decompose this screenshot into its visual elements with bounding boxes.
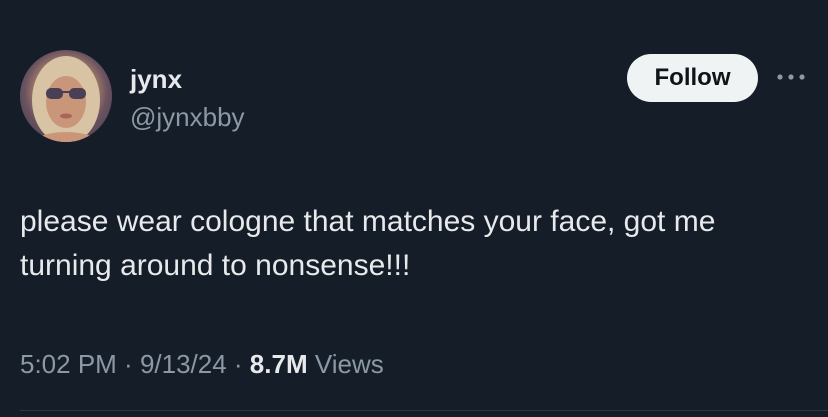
follow-button[interactable]: Follow xyxy=(627,54,758,102)
author-handle[interactable]: @jynxbby xyxy=(130,102,245,132)
divider xyxy=(20,410,828,411)
views-label: Views xyxy=(307,349,384,379)
tweet-text: please wear cologne that matches your fa… xyxy=(20,205,716,282)
tweet-meta: 5:02 PM · 9/13/24 · 8.7M Views xyxy=(20,348,384,380)
more-horizontal-icon[interactable] xyxy=(776,66,806,88)
tweet-card: jynx @jynxbby Follow please wear cologne… xyxy=(0,0,828,417)
views-count[interactable]: 8.7M xyxy=(250,349,308,379)
avatar[interactable] xyxy=(20,50,112,142)
avatar-image xyxy=(30,56,102,142)
tweet-date[interactable]: 9/13/24 xyxy=(140,349,227,379)
meta-separator: · xyxy=(226,349,250,379)
meta-separator: · xyxy=(116,349,140,379)
author-name[interactable]: jynx xyxy=(130,64,182,94)
tweet-time[interactable]: 5:02 PM xyxy=(20,349,117,379)
